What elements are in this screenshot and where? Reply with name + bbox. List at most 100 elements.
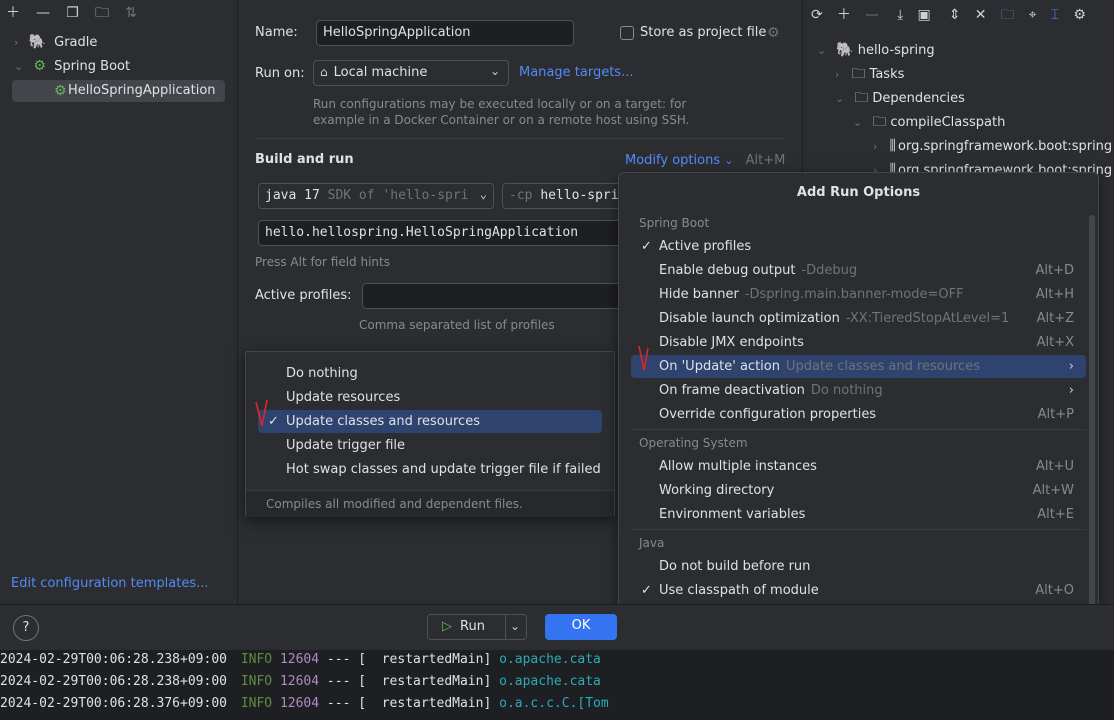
chevron-right-icon[interactable]: › <box>14 37 18 48</box>
section-separator <box>631 429 1086 430</box>
chevron-right-icon[interactable]: › <box>835 69 839 80</box>
copy-icon[interactable]: ❐ <box>66 6 79 20</box>
update-option-label: Update resources <box>286 390 401 405</box>
option-item[interactable]: Disable JMX endpoints Alt+X <box>631 331 1086 354</box>
option-shortcut: Alt+E <box>1037 507 1074 522</box>
section-title: Java <box>639 536 665 550</box>
new-folder-icon[interactable]: 🗀 <box>95 6 109 20</box>
option-item[interactable]: Environment variables Alt+E <box>631 503 1086 526</box>
toggle-tasks-icon[interactable]: ⌶ <box>1051 8 1059 22</box>
jdk-select[interactable]: java 17 SDK of 'hello-spri ⌄ <box>258 183 494 209</box>
option-item[interactable]: On 'Update' action Update classes and res… <box>631 355 1086 378</box>
modify-options-link[interactable]: Modify options ⌄ Alt+M <box>625 153 785 168</box>
tree-item-hello-spring-application[interactable]: ⚙ HelloSpringApplication <box>12 80 225 102</box>
update-action-popup: Do nothing Update resources ✓ Update clas… <box>245 351 615 517</box>
option-item[interactable]: Override configuration properties Alt+P <box>631 403 1086 426</box>
tree-item-label: HelloSpringApplication <box>68 83 216 98</box>
option-item[interactable]: Working directory Alt+W <box>631 479 1086 502</box>
remove-icon[interactable]: — <box>865 8 879 22</box>
add-icon[interactable]: ＋ <box>6 6 20 20</box>
chevron-down-icon[interactable]: ⌄ <box>835 93 844 104</box>
section-title: Operating System <box>639 436 748 450</box>
chevron-down-icon[interactable]: ⌄ <box>817 45 826 56</box>
collapse-all-icon[interactable]: ✕ <box>975 8 987 22</box>
check-icon: ✓ <box>641 239 652 254</box>
option-label: Hide banner <box>659 287 739 302</box>
folder-icon: 🗀 <box>854 90 869 106</box>
log-level: INFO <box>240 652 273 667</box>
chevron-down-icon: ⌄ <box>724 154 734 167</box>
log-thread: [ restartedMain] <box>358 696 492 711</box>
name-input[interactable]: HelloSpringApplication <box>316 20 574 46</box>
name-label: Name: <box>255 25 298 40</box>
tree-item-spring-boot[interactable]: ⌄ ⚙ Spring Boot <box>14 59 130 74</box>
log-thread: [ restartedMain] <box>358 674 492 689</box>
option-hint: Do nothing <box>810 383 883 398</box>
gradle-tree-item[interactable]: ⌄ 🗀 compileClasspath <box>853 115 1005 130</box>
download-icon[interactable]: ⤓ <box>897 8 903 22</box>
chevron-down-icon: ⌄ <box>479 187 487 201</box>
option-item[interactable]: ✓ Active profiles <box>631 235 1086 258</box>
option-shortcut: Alt+D <box>1035 263 1074 278</box>
main-class-input[interactable]: hello.hellospring.HelloSpringApplication <box>258 220 628 246</box>
option-hint: -Ddebug <box>801 263 858 278</box>
option-item[interactable]: Disable launch optimization -XX:TieredSto… <box>631 307 1086 330</box>
gear-icon[interactable]: ⚙ <box>767 26 780 40</box>
gradle-tree-item[interactable]: ⌄ 🗀 Dependencies <box>835 91 965 106</box>
run-on-label: Run on: <box>255 66 305 81</box>
section-title: Spring Boot <box>639 216 710 230</box>
manage-targets-link[interactable]: Manage targets... <box>519 65 633 80</box>
left-toolbar: ＋ — ❐ 🗀 ⇅ <box>6 6 137 21</box>
update-option-do-nothing[interactable]: Do nothing <box>258 362 602 385</box>
chevron-down-icon[interactable]: ⌄ <box>14 61 23 72</box>
log-separator: --- <box>326 652 351 667</box>
sort-icon[interactable]: ⇅ <box>125 6 137 20</box>
update-option-update-trigger-file[interactable]: Update trigger file <box>258 434 602 457</box>
edit-configuration-templates-link[interactable]: Edit configuration templates... <box>11 576 209 591</box>
option-label: Disable launch optimization <box>659 311 840 326</box>
red-check-annotation-icon <box>255 399 268 427</box>
classpath-module-select[interactable]: -cp hello-spri <box>502 183 622 209</box>
chevron-down-icon: ⌄ <box>489 64 500 78</box>
update-option-update-classes-and-resources[interactable]: ✓ Update classes and resources <box>258 410 602 433</box>
option-item[interactable]: Do not build before run <box>631 555 1086 578</box>
option-shortcut: Alt+Z <box>1036 311 1074 326</box>
option-label: Working directory <box>659 483 775 498</box>
option-hint: Update classes and resources <box>785 359 980 374</box>
help-button[interactable]: ? <box>13 615 39 641</box>
option-label: Enable debug output <box>659 263 796 278</box>
option-label: Allow multiple instances <box>659 459 817 474</box>
refresh-icon[interactable]: ⟳ <box>811 8 823 22</box>
terminal-icon[interactable]: ▣ <box>918 8 931 22</box>
expand-all-icon[interactable]: ⇕ <box>949 8 961 22</box>
run-on-select[interactable]: ⌂ Local machine ⌄ <box>313 60 509 86</box>
active-profiles-input[interactable] <box>362 283 628 309</box>
option-item[interactable]: Hide banner -Dspring.main.banner-mode=OFF… <box>631 283 1086 306</box>
remove-icon[interactable]: — <box>36 6 50 20</box>
update-option-update-resources[interactable]: Update resources <box>258 386 602 409</box>
ok-button[interactable]: OK <box>545 614 617 640</box>
option-item[interactable]: ✓ Use classpath of module Alt+O <box>631 579 1086 602</box>
option-item[interactable]: Allow multiple instances Alt+U <box>631 455 1086 478</box>
chevron-down-icon[interactable]: ⌄ <box>510 620 520 632</box>
option-hint: -Dspring.main.banner-mode=OFF <box>744 287 964 302</box>
option-label: Environment variables <box>659 507 806 522</box>
option-item[interactable]: On frame deactivation Do nothing › <box>631 379 1086 402</box>
chevron-down-icon[interactable]: ⌄ <box>853 117 862 128</box>
store-as-project-file-checkbox[interactable] <box>620 26 634 40</box>
update-option-hot-swap[interactable]: Hot swap classes and update trigger file… <box>258 458 602 481</box>
gradle-tree-item[interactable]: › 🗀 Tasks <box>835 67 904 82</box>
add-icon[interactable]: ＋ <box>837 8 851 22</box>
tree-item-gradle[interactable]: › 🐘 Gradle <box>14 35 97 50</box>
chevron-right-icon: › <box>1068 359 1074 374</box>
gradle-tree-item[interactable]: › ⫼ org.springframework.boot:spring <box>873 139 1112 154</box>
offline-mode-icon[interactable]: ⌖ <box>1029 8 1037 22</box>
option-item[interactable]: Enable debug output -Ddebug Alt+D <box>631 259 1086 282</box>
run-button[interactable]: ▷ Run ⌄ <box>427 614 527 640</box>
gradle-tree-item[interactable]: ⌄ 🐘 hello-spring <box>817 43 935 58</box>
dependency-analyzer-icon[interactable]: 🗀 <box>1001 8 1015 22</box>
chevron-right-icon[interactable]: › <box>873 141 877 152</box>
run-on-value: Local machine <box>333 65 428 80</box>
settings-icon[interactable]: ⚙ <box>1073 8 1086 22</box>
store-as-project-file-label: Store as project file <box>640 25 767 40</box>
